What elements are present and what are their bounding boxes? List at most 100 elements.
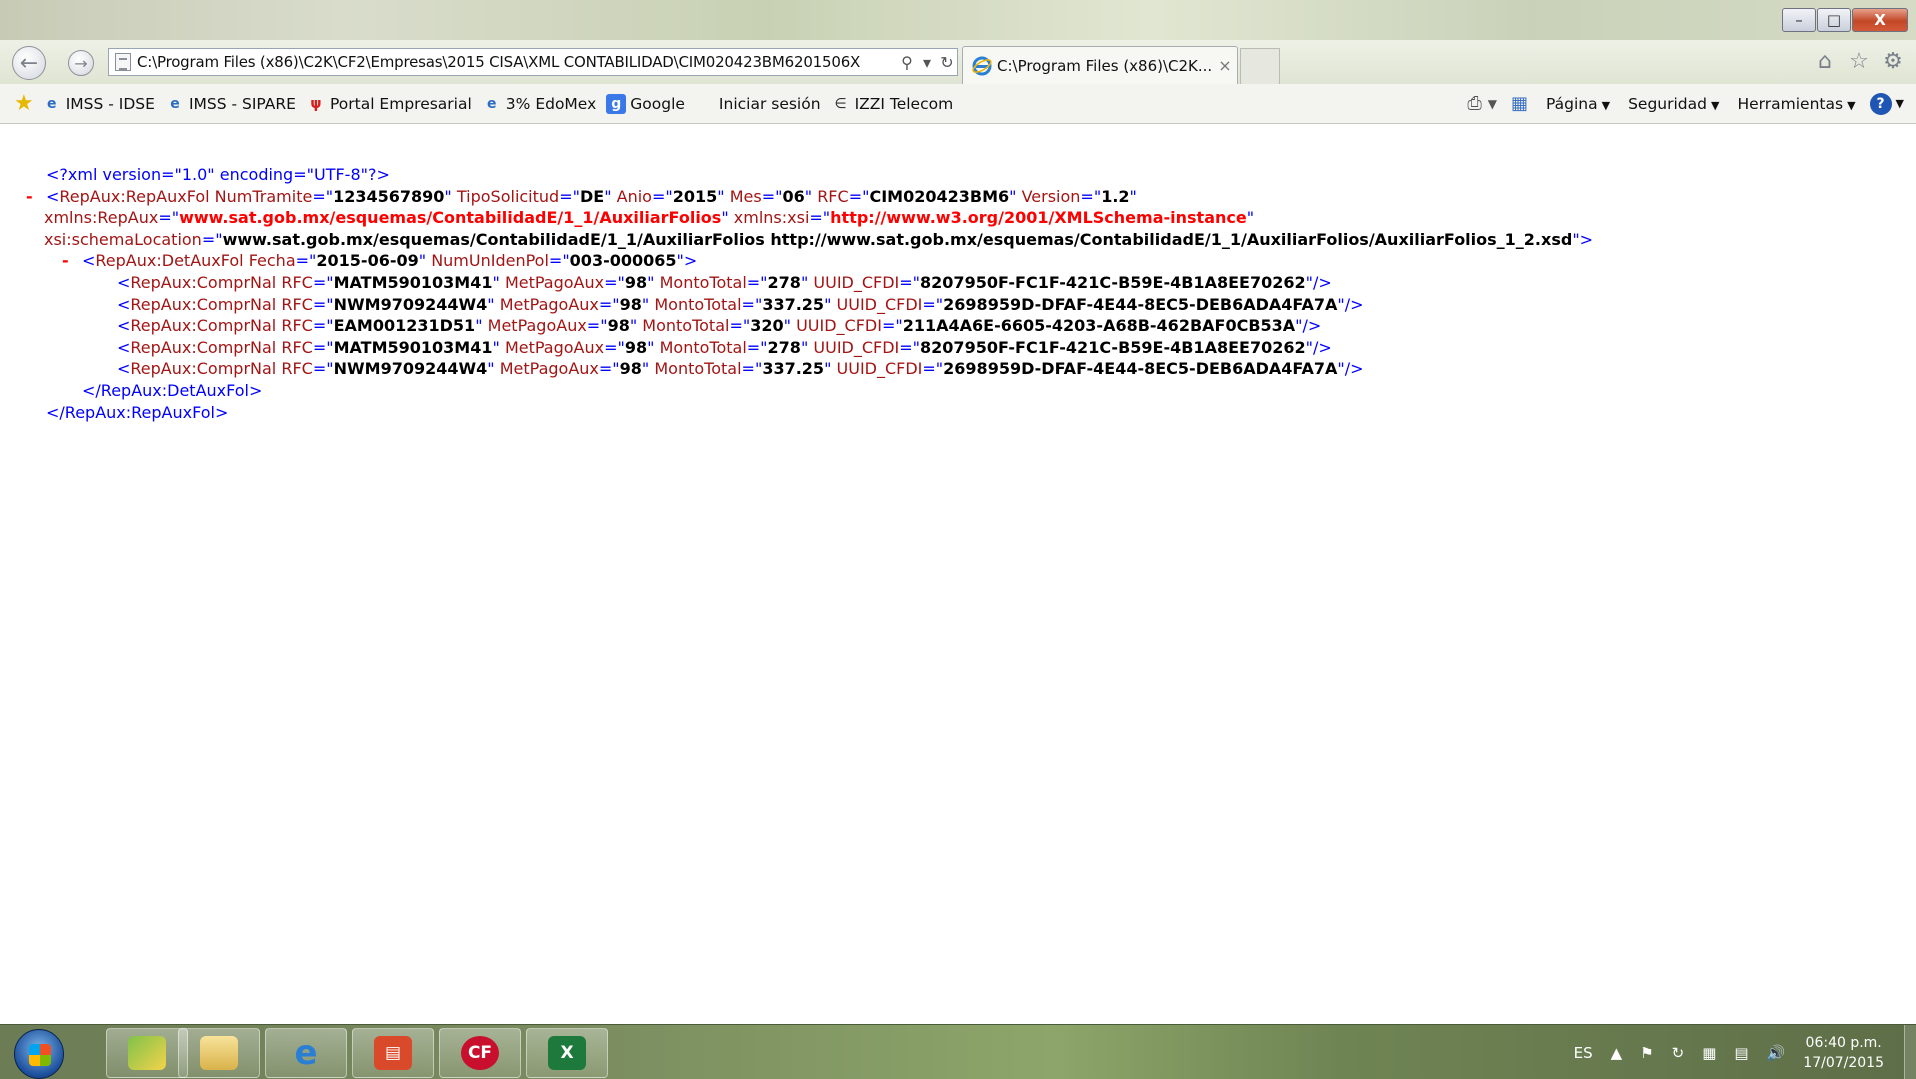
google-icon: g (606, 93, 627, 114)
xml-root-open: - <RepAux:RepAuxFol NumTramite="12345678… (26, 186, 1137, 208)
address-url[interactable]: C:\Program Files (x86)\C2K\CF2\Empresas\… (137, 53, 897, 71)
xml-root-close: </RepAux:RepAuxFol> (0, 402, 1916, 424)
print-icon[interactable]: ⎙ (1467, 93, 1481, 114)
fav-iniciar-sesion[interactable]: Iniciar sesión (695, 94, 821, 114)
volume-icon[interactable]: 🔊 (1767, 1044, 1786, 1062)
start-button[interactable] (14, 1029, 64, 1079)
menu-herramientas-label: Herramientas (1737, 94, 1844, 113)
command-bar: ⎙ ▼ ▦ Página ▼ Seguridad ▼ Herramientas ▼ ?… (1453, 92, 1904, 115)
fav-label: IMSS - SIPARE (188, 94, 296, 113)
system-tray: ES ▲ ⚑ ↻ ▦ ▤ 🔊 06:40 p.m. 17/07/2015 (1574, 1025, 1916, 1079)
close-button[interactable]: X (1852, 8, 1908, 32)
taskbar: e ▤ CF X ES ▲ ⚑ ↻ ▦ ▤ 🔊 06:40 p.m. 17/07… (0, 1024, 1916, 1079)
menu-seguridad-label: Seguridad (1628, 94, 1707, 113)
taskbar-app-reports[interactable]: ▤ (352, 1028, 434, 1078)
taskbar-app-ie[interactable]: e (265, 1028, 347, 1078)
xml-det-open: - <RepAux:DetAuxFol Fecha="2015-06-09" N… (62, 250, 698, 272)
xml-item-row: <RepAux:ComprNal RFC="MATM590103M41" Met… (117, 272, 1332, 292)
gear-icon[interactable]: ⚙ (1876, 48, 1910, 76)
reports-icon: ▤ (374, 1036, 412, 1070)
minimize-button[interactable]: – (1782, 8, 1816, 32)
taskbar-app-files[interactable] (178, 1028, 260, 1078)
fav-imss-sipare[interactable]: e IMSS - SIPARE (165, 94, 296, 114)
fav-label: Google (630, 94, 685, 113)
navigation-bar: ← → C:\Program Files (x86)\C2K\CF2\Empre… (0, 40, 1916, 84)
xml-viewer: <?xml version="1.0" encoding="UTF-8"?> -… (0, 124, 1916, 1024)
chevron-down-icon: ▼ (1847, 98, 1856, 112)
fav-izzi[interactable]: ∈ IZZI Telecom (831, 94, 954, 114)
file-manager-icon (200, 1036, 238, 1070)
internet-explorer-icon: e (294, 1033, 318, 1073)
fav-label: Iniciar sesión (718, 94, 821, 113)
internet-explorer-icon (972, 56, 992, 75)
new-tab-button[interactable] (1240, 48, 1280, 84)
sync-icon[interactable]: ↻ (1672, 1044, 1685, 1062)
tab-close-icon[interactable]: × (1213, 56, 1237, 75)
back-button[interactable]: ← (12, 46, 46, 80)
clock[interactable]: 06:40 p.m. 17/07/2015 (1803, 1033, 1884, 1073)
action-center-flag-icon[interactable]: ⚑ (1640, 1044, 1653, 1062)
ie-page-icon: e (487, 95, 497, 112)
fav-label: Portal Empresarial (329, 94, 472, 113)
search-icon[interactable]: ⚲ (897, 53, 917, 72)
forward-button[interactable]: → (68, 50, 94, 76)
xml-root-close-text: </RepAux:RepAuxFol> (46, 402, 229, 422)
window-controls: – □ X (1781, 8, 1908, 32)
help-icon[interactable]: ? (1869, 92, 1892, 115)
window-titlebar: – □ X (0, 0, 1916, 40)
menu-seguridad[interactable]: Seguridad ▼ (1628, 95, 1719, 113)
collapse-toggle[interactable]: - (62, 250, 69, 272)
taskbar-app-explorer[interactable] (106, 1028, 188, 1078)
show-desktop-button[interactable] (1904, 1025, 1916, 1079)
taskbar-app-excel[interactable]: X (526, 1028, 608, 1078)
language-indicator[interactable]: ES (1574, 1044, 1593, 1062)
clock-date: 17/07/2015 (1803, 1054, 1884, 1071)
menu-herramientas[interactable]: Herramientas ▼ (1737, 95, 1855, 113)
fav-label: IZZI Telecom (854, 94, 954, 113)
xml-declaration: <?xml version="1.0" encoding="UTF-8"?> (46, 165, 390, 184)
fav-portal-empresarial[interactable]: ψ Portal Empresarial (306, 94, 472, 114)
fav-imss-idse[interactable]: e IMSS - IDSE (42, 94, 155, 114)
save-page-icon[interactable]: ▦ (1511, 93, 1528, 114)
menu-pagina-label: Página (1546, 94, 1598, 113)
browser-right-icons: ⌂ ☆ ⚙ (1808, 48, 1910, 76)
windows-flag-icon[interactable]: ▦ (1702, 1044, 1716, 1062)
favorites-star-icon[interactable]: ☆ (1842, 48, 1876, 76)
excel-icon: X (548, 1036, 586, 1070)
xml-det-close-text: </RepAux:DetAuxFol> (82, 380, 263, 400)
xml-root-ns: xmlns:RepAux="www.sat.gob.mx/esquemas/Co… (44, 208, 1255, 228)
fav-label: IMSS - IDSE (65, 94, 155, 113)
refresh-icon[interactable]: ↻ (937, 53, 957, 72)
clock-time: 06:40 p.m. (1805, 1034, 1882, 1051)
xml-det-close: </RepAux:DetAuxFol> (0, 380, 1916, 402)
explorer-icon (128, 1036, 166, 1070)
cf-icon: CF (461, 1036, 499, 1070)
ie-page-icon: e (170, 95, 180, 112)
portal-icon: ψ (310, 95, 322, 112)
chevron-down-icon: ▼ (1711, 98, 1720, 112)
collapse-toggle[interactable]: - (26, 186, 33, 208)
microsoft-icon (695, 94, 715, 114)
chevron-down-icon[interactable]: ▼ (1488, 97, 1497, 111)
dropdown-arrow-icon[interactable]: ▾ (917, 53, 937, 72)
fav-google[interactable]: g Google (606, 93, 685, 114)
chevron-down-icon[interactable]: ▼ (1896, 97, 1904, 110)
xml-item-row: <RepAux:ComprNal RFC="MATM590103M41" Met… (117, 337, 1332, 357)
tab-title: C:\Program Files (x86)\C2K... (997, 56, 1213, 75)
xml-item-row: <RepAux:ComprNal RFC="NWM9709244W4" MetP… (117, 294, 1364, 314)
izzi-icon: ∈ (834, 95, 847, 112)
network-signal-icon[interactable]: ▤ (1734, 1044, 1748, 1062)
menu-pagina[interactable]: Página ▼ (1546, 95, 1610, 113)
xml-item-row: <RepAux:ComprNal RFC="NWM9709244W4" MetP… (117, 359, 1364, 379)
address-bar[interactable]: C:\Program Files (x86)\C2K\CF2\Empresas\… (108, 48, 958, 76)
taskbar-app-cf[interactable]: CF (439, 1028, 521, 1078)
show-hidden-icons-icon[interactable]: ▲ (1611, 1044, 1623, 1062)
fav-edomex[interactable]: e 3% EdoMex (482, 94, 596, 114)
home-icon[interactable]: ⌂ (1808, 48, 1842, 76)
maximize-button[interactable]: □ (1817, 8, 1851, 32)
back-arrow-icon: ← (19, 50, 39, 76)
page-icon (115, 53, 131, 71)
favorites-add-icon[interactable]: ★ (14, 91, 34, 116)
favorites-bar: ★ e IMSS - IDSE e IMSS - SIPARE ψ Portal… (0, 84, 1916, 124)
browser-tab[interactable]: C:\Program Files (x86)\C2K... × (962, 46, 1238, 84)
